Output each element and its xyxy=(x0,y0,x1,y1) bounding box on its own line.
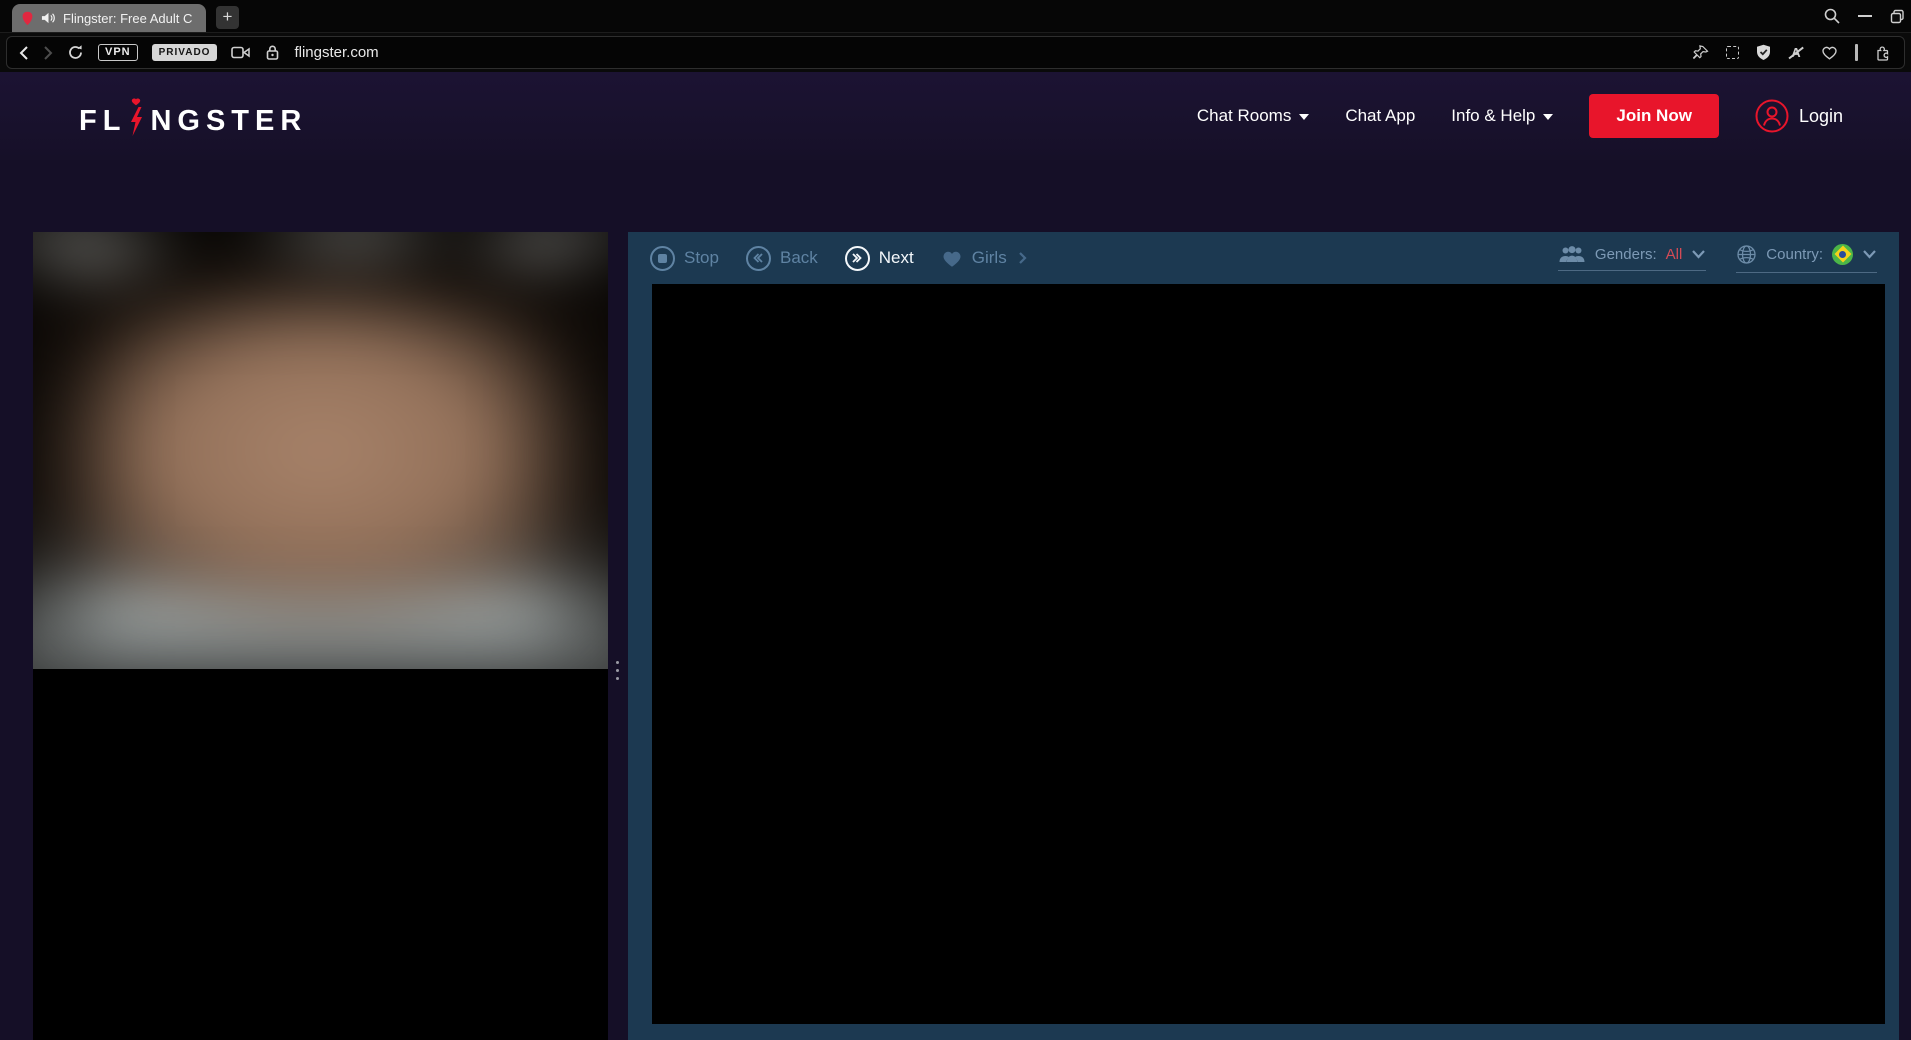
stop-label: Stop xyxy=(684,248,719,267)
restore-window-button[interactable] xyxy=(1890,9,1905,24)
girls-label: Girls xyxy=(971,248,1007,267)
extensions-puzzle-icon[interactable] xyxy=(1875,44,1892,61)
camera-permission-icon[interactable] xyxy=(231,45,251,60)
pin-icon[interactable] xyxy=(1693,44,1709,61)
logo-text-prefix: FL xyxy=(79,105,127,137)
flingster-logo[interactable]: FL NGSTER xyxy=(79,98,307,138)
nav-chat-app-label: Chat App xyxy=(1345,106,1416,125)
stop-icon xyxy=(650,245,675,271)
login-label: Login xyxy=(1798,105,1843,126)
url-text[interactable]: flingster.com xyxy=(294,44,378,61)
country-filter-dropdown[interactable]: Country: xyxy=(1736,243,1877,273)
genders-filter-dropdown[interactable]: Genders: All xyxy=(1557,245,1707,271)
browser-chrome: Flingster: Free Adult C + VPN PRIVADO fl… xyxy=(0,0,1911,72)
back-label: Back xyxy=(779,248,818,267)
country-label: Country: xyxy=(1766,245,1823,263)
back-icon xyxy=(745,245,771,271)
new-tab-button[interactable]: + xyxy=(216,6,239,29)
reload-icon[interactable] xyxy=(67,44,84,61)
brazil-flag-icon xyxy=(1832,243,1853,265)
avatar-icon xyxy=(1755,99,1789,133)
genders-people-icon xyxy=(1558,245,1586,263)
chevron-down-icon xyxy=(1543,114,1554,120)
logo-text-suffix: NGSTER xyxy=(150,105,308,137)
tab-title: Flingster: Free Adult C xyxy=(63,10,193,26)
flingster-page: FL NGSTER Chat Rooms Chat App Info & Hel… xyxy=(0,72,1911,1040)
search-icon[interactable] xyxy=(1824,8,1840,24)
privado-vpn-badge[interactable]: PRIVADO xyxy=(151,44,218,61)
webcam-video-vignette xyxy=(33,232,608,669)
shield-check-icon[interactable] xyxy=(1756,44,1771,61)
chat-control-bar: Stop Back Next Girls Genders: All Countr… xyxy=(628,232,1899,284)
tab-strip: Flingster: Free Adult C + xyxy=(0,0,1911,32)
login-button[interactable]: Login xyxy=(1755,99,1843,133)
lock-icon[interactable] xyxy=(265,44,280,61)
browser-toolbar: VPN PRIVADO flingster.com A xyxy=(0,32,1911,72)
nav-chat-app[interactable]: Chat App xyxy=(1345,106,1415,126)
chevron-right-icon xyxy=(1018,251,1027,265)
chevron-down-icon xyxy=(1691,249,1706,259)
nav-info-help-label: Info & Help xyxy=(1451,106,1536,125)
next-label: Next xyxy=(878,248,914,267)
chevron-down-icon xyxy=(1862,249,1877,259)
nav-chat-rooms[interactable]: Chat Rooms xyxy=(1196,106,1310,126)
left-video-column xyxy=(33,232,608,1040)
address-bar[interactable]: VPN PRIVADO flingster.com A xyxy=(6,36,1905,69)
main-nav: Chat Rooms Chat App Info & Help Join Now… xyxy=(1197,72,1843,160)
back-nav-icon[interactable] xyxy=(19,45,29,61)
panel-resize-handle[interactable] xyxy=(613,661,621,687)
nav-info-help[interactable]: Info & Help xyxy=(1451,106,1554,126)
heart-icon xyxy=(941,249,963,268)
bookmark-heart-icon[interactable] xyxy=(1821,45,1838,60)
screenshot-icon[interactable] xyxy=(1726,46,1739,59)
genders-value: All xyxy=(1665,245,1683,263)
back-button[interactable]: Back xyxy=(745,245,818,271)
forward-nav-icon[interactable] xyxy=(43,45,53,61)
toolbar-separator xyxy=(1855,44,1858,61)
minimize-window-button[interactable] xyxy=(1858,15,1872,17)
site-header: FL NGSTER Chat Rooms Chat App Info & Hel… xyxy=(0,72,1911,160)
logo-bolt-icon xyxy=(126,98,146,138)
browser-tab[interactable]: Flingster: Free Adult C xyxy=(12,4,206,32)
chat-panel: Stop Back Next Girls Genders: All Countr… xyxy=(628,232,1899,1040)
join-now-button[interactable]: Join Now xyxy=(1589,94,1719,138)
next-icon xyxy=(844,245,870,271)
girls-filter-button[interactable]: Girls xyxy=(941,248,1027,268)
next-button[interactable]: Next xyxy=(844,245,914,271)
chevron-down-icon xyxy=(1299,114,1310,120)
nav-chat-rooms-label: Chat Rooms xyxy=(1196,106,1292,125)
vpn-badge[interactable]: VPN xyxy=(98,44,138,61)
remote-video-area xyxy=(652,284,1885,1024)
genders-label: Genders: xyxy=(1594,245,1657,263)
translate-icon[interactable]: A xyxy=(1788,45,1804,61)
webcam-video-feed xyxy=(33,232,608,669)
tab-audio-icon[interactable] xyxy=(41,11,56,25)
globe-icon xyxy=(1736,244,1757,265)
stop-button[interactable]: Stop xyxy=(650,245,719,271)
flingster-favicon-icon xyxy=(21,11,34,26)
